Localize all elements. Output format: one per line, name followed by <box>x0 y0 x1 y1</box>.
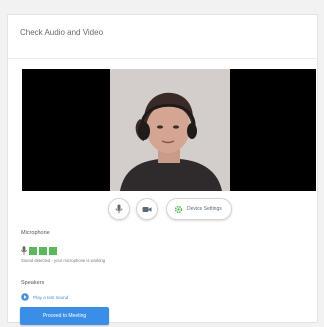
microphone-toggle-button[interactable] <box>108 198 130 220</box>
speaker-test-row[interactable]: Play a test sound <box>21 293 68 301</box>
gear-icon <box>174 205 183 213</box>
play-test-sound-link[interactable]: Play a test sound <box>33 295 68 300</box>
microphone-level-meter <box>21 246 57 255</box>
level-bar <box>39 246 47 255</box>
panel-title: Check Audio and Video <box>20 28 104 37</box>
audio-video-check-panel: Check Audio and Video Device Settings Mi… <box>7 14 318 323</box>
speakers-label: Speakers <box>21 280 45 286</box>
level-bar <box>49 246 57 255</box>
camera-icon <box>142 206 152 212</box>
play-icon[interactable] <box>21 293 29 301</box>
proceed-button[interactable]: Proceed to Meeting <box>20 307 109 325</box>
microphone-small-icon <box>21 246 27 255</box>
media-controls: Device Settings <box>8 198 317 220</box>
level-bar <box>29 246 37 255</box>
camera-feed-image <box>110 69 230 191</box>
microphone-label: Microphone <box>21 230 50 236</box>
camera-feed <box>110 69 230 191</box>
device-settings-button[interactable]: Device Settings <box>166 198 232 220</box>
microphone-icon <box>115 204 123 214</box>
microphone-hint: Sound detected - your microphone is work… <box>21 258 106 263</box>
video-preview <box>22 69 316 191</box>
device-settings-label: Device Settings <box>187 206 222 212</box>
title-divider <box>8 58 317 59</box>
camera-toggle-button[interactable] <box>136 198 158 220</box>
